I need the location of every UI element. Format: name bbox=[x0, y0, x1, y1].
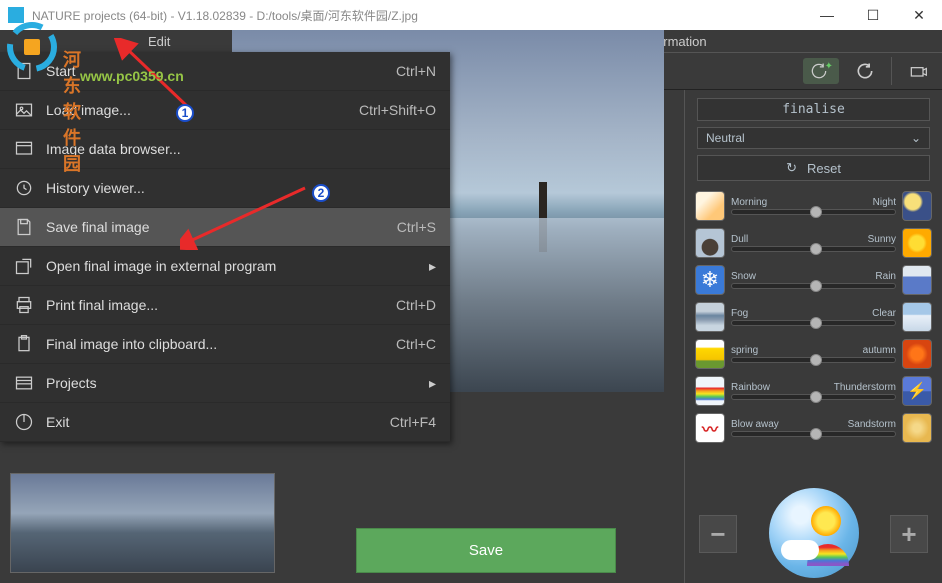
reset-button[interactable]: ↻ Reset bbox=[697, 155, 930, 181]
slider-rainbow-thunder[interactable]: RainbowThunderstorm ⚡ bbox=[695, 374, 932, 408]
preview-orb[interactable] bbox=[769, 488, 859, 578]
print-icon bbox=[14, 295, 34, 315]
refresh-button[interactable] bbox=[853, 59, 877, 83]
fog-icon bbox=[695, 302, 725, 332]
external-icon bbox=[14, 256, 34, 276]
menu-item-projects[interactable]: Projects ▸ bbox=[0, 364, 450, 403]
menu-item-load-image[interactable]: Load image... Ctrl+Shift+O bbox=[0, 91, 450, 130]
camera-icon[interactable] bbox=[906, 59, 930, 83]
app-icon bbox=[8, 7, 24, 23]
menu-item-image-browser[interactable]: Image data browser... bbox=[0, 130, 450, 169]
blow-icon: 〰 bbox=[695, 413, 725, 443]
submenu-arrow-icon: ▸ bbox=[429, 375, 436, 392]
menu-item-exit[interactable]: Exit Ctrl+F4 bbox=[0, 403, 450, 442]
refresh-auto-button[interactable]: ✦ bbox=[803, 58, 839, 84]
clear-icon bbox=[902, 302, 932, 332]
night-icon bbox=[902, 191, 932, 221]
menu-item-save-final[interactable]: Save final image Ctrl+S bbox=[0, 208, 450, 247]
save-button[interactable]: Save bbox=[356, 528, 616, 573]
slider-spring-autumn[interactable]: springautumn bbox=[695, 337, 932, 371]
sunny-icon bbox=[902, 228, 932, 258]
menu-item-clipboard[interactable]: Final image into clipboard... Ctrl+C bbox=[0, 325, 450, 364]
rain-icon bbox=[902, 265, 932, 295]
reset-icon: ↻ bbox=[786, 160, 797, 176]
maximize-button[interactable]: ☐ bbox=[850, 0, 896, 30]
finalise-header[interactable]: finalise bbox=[697, 98, 930, 121]
slider-dull-sunny[interactable]: DullSunny bbox=[695, 226, 932, 260]
morning-icon bbox=[695, 191, 725, 221]
close-button[interactable]: ✕ bbox=[896, 0, 942, 30]
slider-fog-clear[interactable]: FogClear bbox=[695, 300, 932, 334]
window-title: NATURE projects (64-bit) - V1.18.02839 -… bbox=[32, 7, 418, 24]
rainbow-icon bbox=[695, 376, 725, 406]
preset-dropdown[interactable]: Neutral ⌄ bbox=[697, 127, 930, 149]
annotation-badge-1: 1 bbox=[176, 104, 194, 122]
page-icon bbox=[14, 61, 34, 81]
slider-snow-rain[interactable]: ❄ SnowRain bbox=[695, 263, 932, 297]
sandstorm-icon bbox=[902, 413, 932, 443]
history-icon bbox=[14, 178, 34, 198]
autumn-icon bbox=[902, 339, 932, 369]
titlebar: NATURE projects (64-bit) - V1.18.02839 -… bbox=[0, 0, 942, 30]
zoom-out-button[interactable]: − bbox=[699, 515, 737, 553]
browser-icon bbox=[14, 139, 34, 159]
dull-icon bbox=[695, 228, 725, 258]
clipboard-icon bbox=[14, 334, 34, 354]
save-icon bbox=[14, 217, 34, 237]
menu-item-start[interactable]: Start Ctrl+N bbox=[0, 52, 450, 91]
annotation-badge-2: 2 bbox=[312, 184, 330, 202]
menu-item-print[interactable]: Print final image... Ctrl+D bbox=[0, 286, 450, 325]
menu-item-open-external[interactable]: Open final image in external program ▸ bbox=[0, 247, 450, 286]
slider-blow-sandstorm[interactable]: 〰 Blow awaySandstorm bbox=[695, 411, 932, 445]
slider-morning-night[interactable]: MorningNight bbox=[695, 189, 932, 223]
window-controls: — ☐ ✕ bbox=[804, 0, 942, 30]
preset-value: Neutral bbox=[706, 131, 745, 145]
thumbnail-image[interactable] bbox=[10, 473, 275, 573]
spring-icon bbox=[695, 339, 725, 369]
snow-icon: ❄ bbox=[695, 265, 725, 295]
exit-icon bbox=[14, 412, 34, 432]
image-icon bbox=[14, 100, 34, 120]
menu-edit[interactable]: Edit bbox=[148, 34, 170, 49]
submenu-arrow-icon: ▸ bbox=[429, 258, 436, 275]
thunder-icon: ⚡ bbox=[902, 376, 932, 406]
right-panel: finalise Neutral ⌄ ↻ Reset MorningNight … bbox=[684, 90, 942, 583]
projects-icon bbox=[14, 373, 34, 393]
file-menu-dropdown: Start Ctrl+N Load image... Ctrl+Shift+O … bbox=[0, 52, 450, 442]
zoom-in-button[interactable]: + bbox=[890, 515, 928, 553]
chevron-down-icon: ⌄ bbox=[911, 131, 921, 145]
minimize-button[interactable]: — bbox=[804, 0, 850, 30]
menu-item-history-viewer[interactable]: History viewer... bbox=[0, 169, 450, 208]
